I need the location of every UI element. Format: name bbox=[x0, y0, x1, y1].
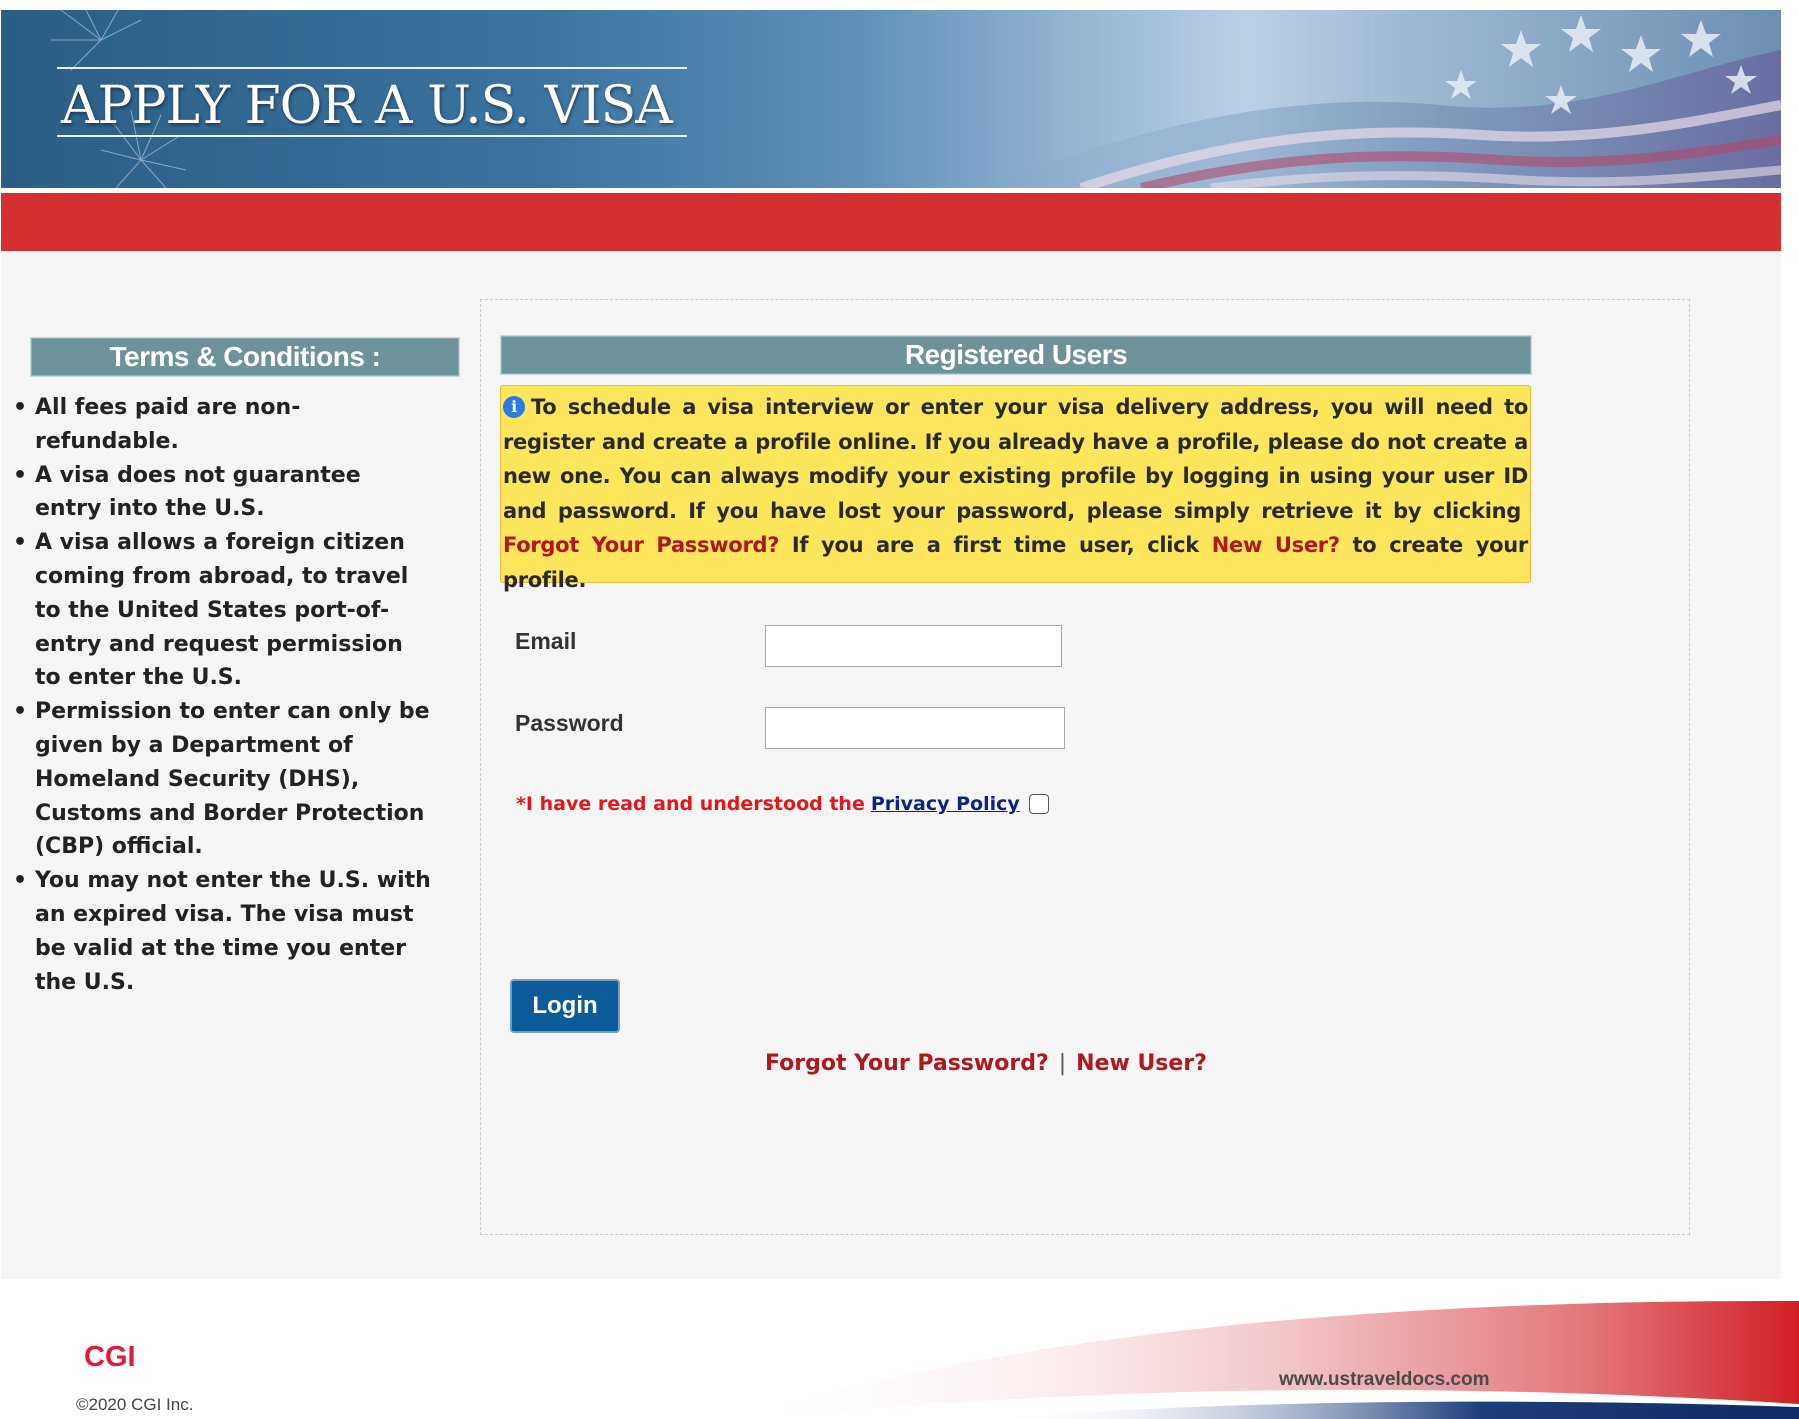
main-content: Terms & Conditions : • All fees paid are … bbox=[1, 251, 1781, 1279]
password-label: Password bbox=[515, 710, 624, 736]
title-top-rule bbox=[57, 67, 687, 69]
page-title: APPLY FOR A U.S. VISA bbox=[61, 76, 673, 136]
copyright-text: ©2020 CGI Inc. bbox=[76, 1395, 194, 1414]
terms-list: • All fees paid are non-refundable. • A vi… bbox=[11, 391, 431, 999]
footer-swoosh-graphic bbox=[740, 1300, 1799, 1419]
account-links: Forgot Your Password? | New User? bbox=[765, 1051, 1207, 1076]
header-banner: APPLY FOR A U.S. VISA bbox=[1, 10, 1781, 188]
list-item: • All fees paid are non-refundable. bbox=[13, 395, 301, 454]
login-button[interactable]: Login bbox=[510, 979, 620, 1033]
site-url: www.ustraveldocs.com bbox=[1279, 1369, 1490, 1390]
list-item: • You may not enter the U.S. with an expi… bbox=[13, 868, 431, 995]
us-flag-graphic bbox=[981, 15, 1781, 188]
email-field[interactable] bbox=[765, 625, 1062, 667]
list-item: • A visa does not guarantee entry into th… bbox=[13, 462, 361, 522]
page: APPLY FOR A U.S. VISA Terms & Conditions… bbox=[0, 0, 1799, 1419]
list-item: • A visa allows a foreign citizen coming … bbox=[13, 530, 409, 691]
privacy-consent-text: *I have read and understood the bbox=[516, 793, 865, 815]
footer: CGI ©2020 CGI Inc. www.ustraveldocs.com bbox=[0, 1279, 1799, 1419]
info-text-2: If you are a first time user, click bbox=[791, 533, 1199, 557]
red-nav-bar bbox=[1, 193, 1781, 251]
registered-users-heading: Registered Users bbox=[500, 335, 1532, 375]
link-separator: | bbox=[1058, 1051, 1067, 1076]
info-message-box: i To schedule a visa interview or enter y… bbox=[500, 385, 1531, 592]
terms-heading: Terms & Conditions : bbox=[30, 337, 460, 377]
privacy-policy-link[interactable]: Privacy Policy bbox=[871, 793, 1020, 815]
title-bottom-rule bbox=[57, 135, 687, 137]
info-text-1: To schedule a visa interview or enter yo… bbox=[503, 395, 1528, 523]
info-icon: i bbox=[503, 396, 525, 418]
info-new-user-link[interactable]: New User? bbox=[1212, 533, 1340, 557]
forgot-password-link[interactable]: Forgot Your Password? bbox=[765, 1051, 1049, 1076]
list-item: • Permission to enter can only be given b… bbox=[13, 699, 430, 860]
password-field[interactable] bbox=[765, 707, 1065, 749]
privacy-checkbox[interactable] bbox=[1028, 794, 1049, 814]
info-forgot-password-link[interactable]: Forgot Your Password? bbox=[503, 533, 779, 557]
cgi-logo: CGI bbox=[84, 1341, 136, 1373]
privacy-consent-row: *I have read and understood the Privacy … bbox=[516, 793, 1049, 815]
new-user-link[interactable]: New User? bbox=[1076, 1051, 1207, 1076]
email-label: Email bbox=[515, 628, 577, 654]
